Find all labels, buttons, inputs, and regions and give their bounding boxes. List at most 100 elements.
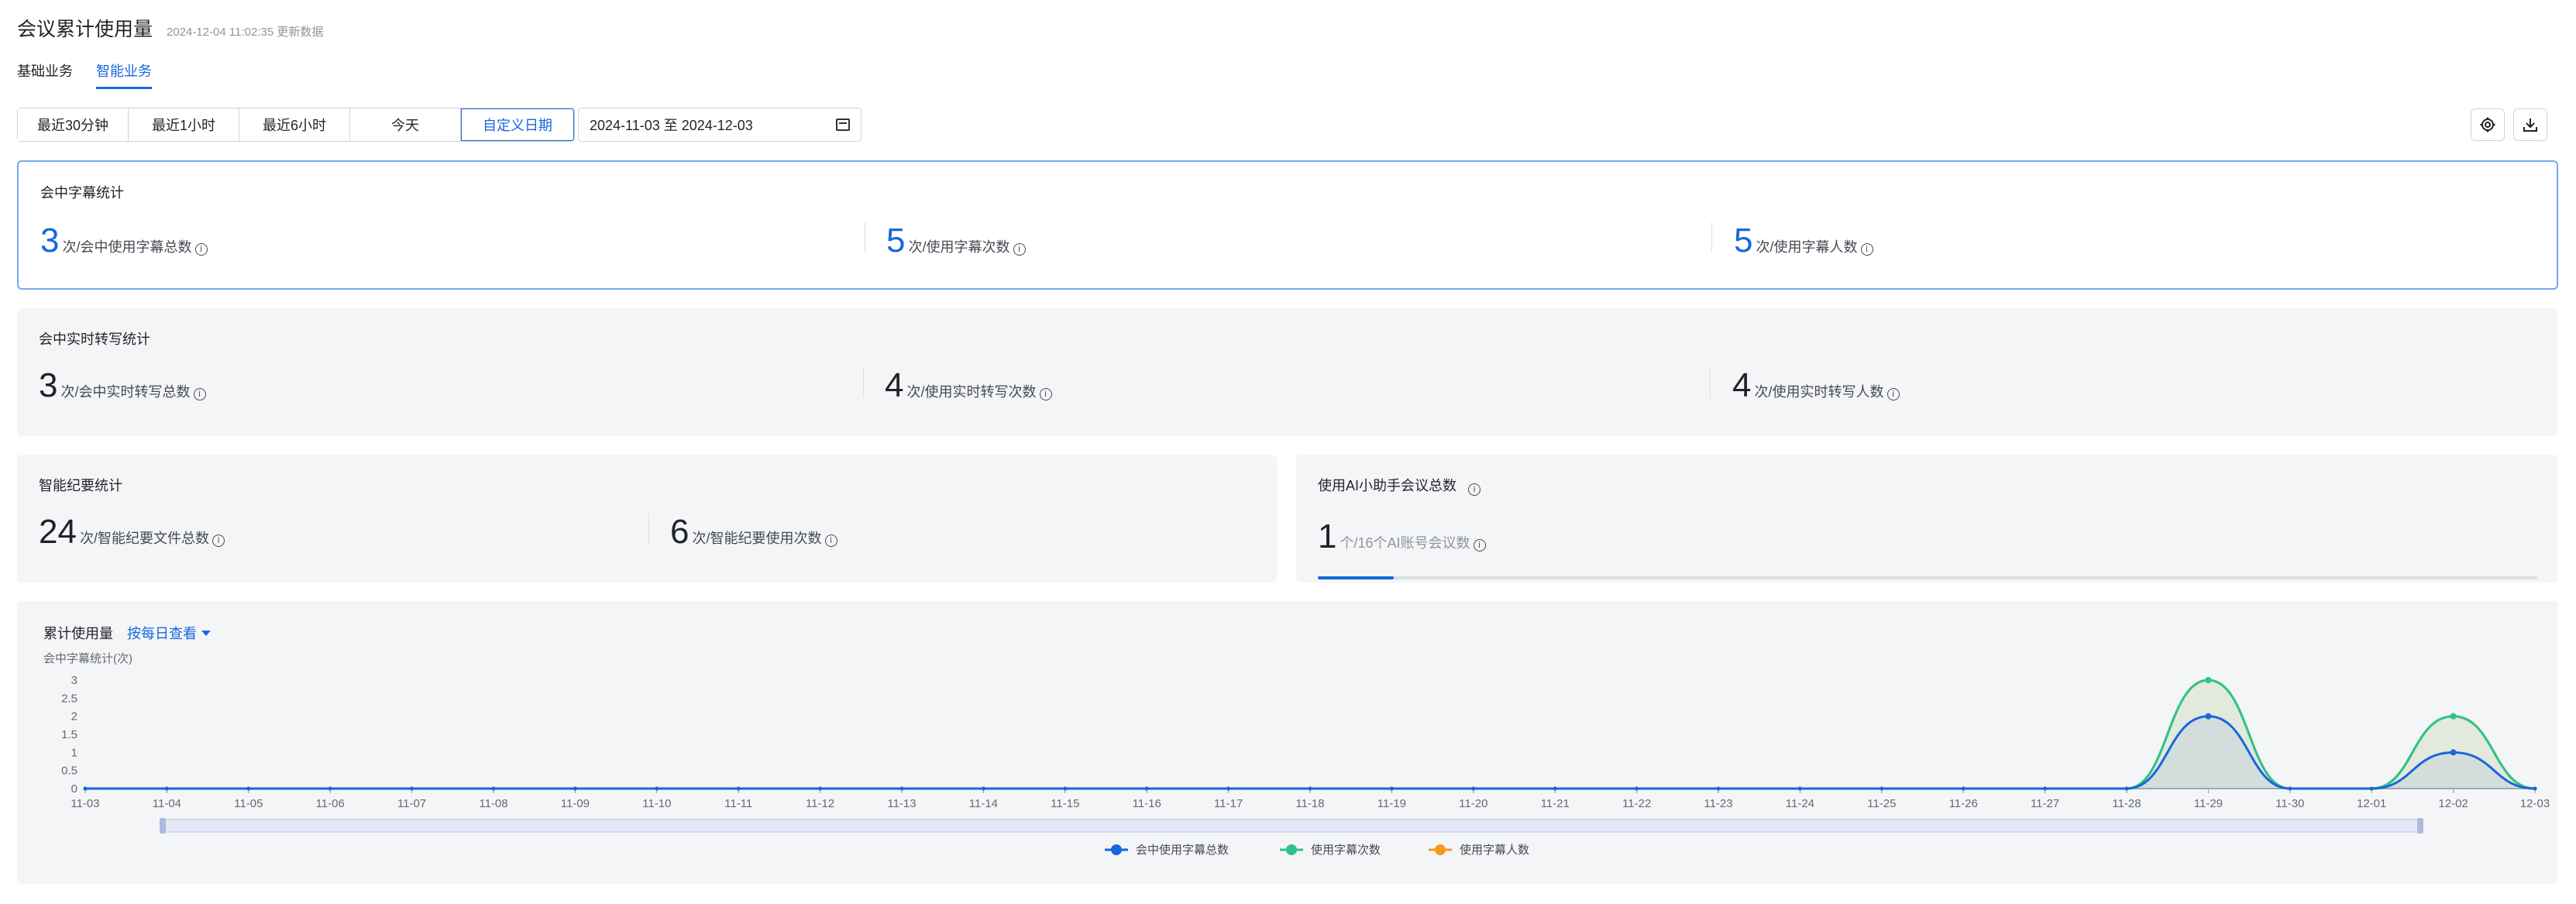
x-tick-label: 11-23: [1704, 797, 1732, 810]
data-point[interactable]: [2450, 749, 2457, 756]
data-point[interactable]: [981, 786, 985, 791]
filter-today[interactable]: 今天: [350, 108, 461, 141]
data-point[interactable]: [1716, 786, 1721, 791]
data-point[interactable]: [2043, 786, 2048, 791]
ai-assistant-stats-card: 使用AI小助手会议总数 i 1 个/16个AI账号会议数 i: [1296, 455, 2558, 583]
filter-custom-date[interactable]: 自定义日期: [461, 108, 574, 141]
minutes-file-total-metric: 24 次/智能纪要文件总数 i: [39, 515, 225, 549]
data-point[interactable]: [2288, 786, 2292, 791]
data-point[interactable]: [1635, 786, 1639, 791]
filter-last-30-minutes[interactable]: 最近30分钟: [18, 108, 129, 141]
calendar-icon: [836, 119, 850, 131]
x-tick-label: 11-10: [642, 797, 671, 810]
data-point[interactable]: [1961, 786, 1966, 791]
x-tick-label: 11-06: [316, 797, 345, 810]
x-tick-label: 11-21: [1541, 797, 1570, 810]
legend-label[interactable]: 使用字幕人数: [1460, 844, 1529, 857]
metric-label: 次/智能纪要文件总数: [79, 531, 209, 546]
data-point[interactable]: [655, 786, 659, 791]
page-header: 会议累计使用量 2024-12-04 11:02:35 更新数据: [17, 14, 323, 45]
data-point[interactable]: [1471, 786, 1476, 791]
x-tick-label: 11-15: [1051, 797, 1079, 810]
time-filter-group: 最近30分钟 最近1小时 最近6小时 今天 自定义日期: [17, 108, 575, 142]
data-point[interactable]: [2369, 786, 2374, 791]
download-button[interactable]: [2513, 108, 2547, 141]
x-tick-label: 11-04: [153, 797, 181, 810]
data-point[interactable]: [1880, 786, 1884, 791]
info-icon[interactable]: i: [1013, 243, 1026, 256]
info-icon[interactable]: i: [1860, 243, 1873, 256]
x-tick-label: 11-12: [806, 797, 834, 810]
data-point[interactable]: [1797, 786, 1802, 791]
data-point[interactable]: [1389, 786, 1394, 791]
x-tick-label: 11-18: [1295, 797, 1324, 810]
info-icon[interactable]: i: [1473, 539, 1486, 552]
info-icon[interactable]: i: [193, 388, 206, 400]
info-icon[interactable]: i: [1468, 483, 1481, 496]
data-point[interactable]: [573, 786, 577, 791]
tab-basic-business[interactable]: 基础业务: [17, 60, 73, 89]
zoom-slider-track[interactable]: [163, 819, 2420, 833]
y-tick-label: 2: [71, 710, 77, 724]
metric-label: 次/会中实时转写总数: [60, 384, 191, 400]
info-icon[interactable]: i: [1039, 388, 1052, 400]
data-point[interactable]: [1553, 786, 1557, 791]
data-point[interactable]: [1063, 786, 1068, 791]
data-point[interactable]: [1308, 786, 1312, 791]
x-tick-label: 11-30: [2275, 797, 2304, 810]
metric-value: 4: [1732, 366, 1752, 404]
zoom-slider-handle-left[interactable]: [160, 818, 166, 834]
data-point[interactable]: [1226, 786, 1231, 791]
legend-marker[interactable]: [1286, 844, 1297, 855]
data-point[interactable]: [83, 786, 88, 791]
metric-value: 6: [670, 513, 690, 551]
x-tick-label: 11-13: [887, 797, 916, 810]
data-point[interactable]: [2533, 786, 2537, 791]
data-point[interactable]: [328, 786, 332, 791]
y-tick-label: 0.5: [61, 765, 77, 778]
data-point[interactable]: [818, 786, 823, 791]
x-tick-label: 11-03: [71, 797, 99, 810]
subtitle-total-metric: 3 次/会中使用字幕总数 i: [40, 224, 208, 258]
settings-button[interactable]: [2471, 108, 2505, 141]
data-point[interactable]: [2124, 786, 2129, 791]
info-icon[interactable]: i: [212, 534, 225, 547]
data-point[interactable]: [2450, 713, 2457, 720]
legend-label[interactable]: 会中使用字幕总数: [1136, 844, 1229, 857]
info-icon[interactable]: i: [824, 534, 837, 547]
filter-last-1-hour[interactable]: 最近1小时: [129, 108, 239, 141]
update-timestamp: 2024-12-04 11:02:35 更新数据: [167, 26, 324, 39]
legend-label[interactable]: 使用字幕次数: [1311, 844, 1381, 857]
data-point[interactable]: [2205, 713, 2212, 720]
x-tick-label: 11-09: [561, 797, 590, 810]
data-point[interactable]: [2205, 677, 2212, 683]
legend-marker[interactable]: [1435, 844, 1446, 855]
data-point[interactable]: [410, 786, 414, 791]
business-tabs: 基础业务 智能业务: [17, 60, 152, 89]
transcription-user-count-metric: 4 次/使用实时转写人数 i: [1732, 369, 1900, 403]
ai-usage-progress-fill: [1318, 576, 1395, 579]
data-point[interactable]: [164, 786, 169, 791]
subtitle-user-count-metric: 5 次/使用字幕人数 i: [1734, 224, 1873, 258]
data-point[interactable]: [899, 786, 904, 791]
zoom-slider-handle-right[interactable]: [2417, 818, 2423, 834]
usage-chart: 0 0.5 1 1.5 2 2.5 3 11-03 11-04 11-05 11-06 11-07 11…: [61, 674, 2550, 857]
minutes-stats-title: 智能纪要统计: [39, 478, 122, 493]
data-point[interactable]: [246, 786, 251, 791]
legend-marker[interactable]: [1111, 844, 1122, 855]
metric-label: 次/会中使用字幕总数: [62, 239, 192, 255]
x-tick-label: 11-24: [1786, 797, 1814, 810]
filter-last-6-hours[interactable]: 最近6小时: [239, 108, 350, 141]
divider: [863, 367, 864, 398]
x-tick-label: 11-19: [1377, 797, 1406, 810]
data-point[interactable]: [1144, 786, 1149, 791]
date-range-picker[interactable]: 2024-11-03 至 2024-12-03: [578, 108, 862, 142]
x-tick-label: 11-11: [724, 797, 752, 810]
data-point[interactable]: [491, 786, 496, 791]
transcription-stats-title: 会中实时转写统计: [39, 332, 150, 347]
info-icon[interactable]: i: [1886, 388, 1900, 400]
info-icon[interactable]: i: [194, 243, 208, 256]
data-point[interactable]: [736, 786, 741, 791]
tab-smart-business[interactable]: 智能业务: [96, 60, 152, 89]
ai-stats-title: 使用AI小助手会议总数 i: [1318, 475, 1481, 496]
